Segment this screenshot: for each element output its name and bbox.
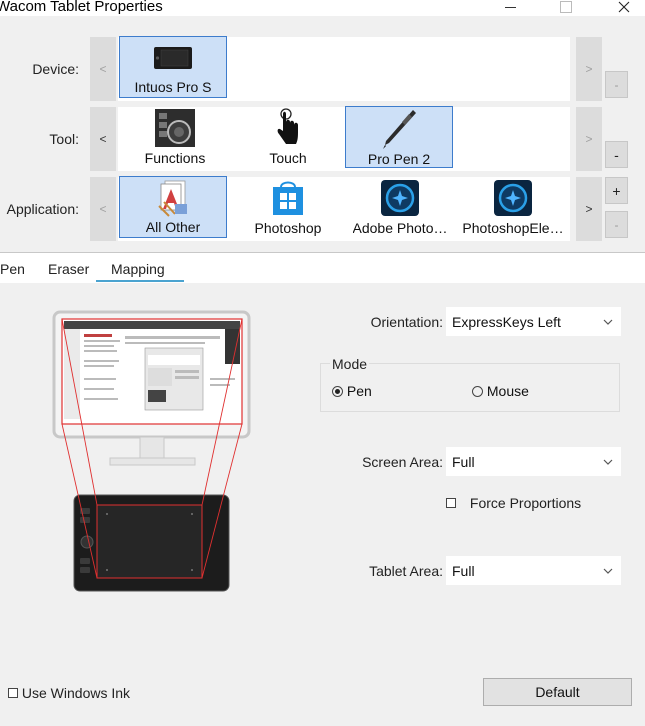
chevron-down-icon <box>603 319 613 325</box>
tab-mapping[interactable]: Mapping <box>111 261 165 277</box>
active-tab-indicator <box>96 280 184 282</box>
device-item-intuos-pro-s[interactable]: Intuos Pro S <box>119 36 227 98</box>
mode-mouse-radio[interactable]: Mouse <box>472 383 529 399</box>
minimize-button[interactable] <box>490 0 530 16</box>
tablet-area-value: Full <box>452 562 475 579</box>
application-item-label: Adobe Photo… <box>352 220 448 236</box>
mode-pen-label: Pen <box>346 383 372 399</box>
pen-icon <box>383 110 416 149</box>
checkbox-icon <box>8 688 18 698</box>
mapping-illustration <box>52 310 251 592</box>
tool-item-label: Touch <box>269 150 307 166</box>
all-other-apps-icon <box>158 180 187 217</box>
application-add-button[interactable]: + <box>605 177 628 204</box>
use-windows-ink-label: Use Windows Ink <box>21 685 131 701</box>
chevron-down-icon <box>603 568 613 574</box>
maximize-button[interactable] <box>546 0 586 16</box>
radio-unselected-icon <box>472 386 483 397</box>
mode-mouse-label: Mouse <box>486 383 529 399</box>
tool-item-label: Functions <box>144 150 206 166</box>
application-scroll-right-button[interactable]: > <box>576 177 602 241</box>
application-item-photoshopele[interactable]: PhotoshopEle… <box>459 176 567 238</box>
adobe-photoshop-elements-icon <box>494 180 532 216</box>
adobe-photoshop-elements-icon <box>381 180 419 216</box>
device-scroll-left-button[interactable]: < <box>90 37 116 101</box>
screen-area-label: Screen Area: <box>362 454 443 470</box>
tool-remove-button[interactable]: - <box>605 141 628 168</box>
tool-row-label: Tool: <box>49 131 79 147</box>
application-scroll-left-button[interactable]: < <box>90 177 116 241</box>
close-icon <box>618 1 630 13</box>
application-item-photoshop[interactable]: Photoshop <box>234 176 342 238</box>
use-windows-ink-checkbox[interactable]: Use Windows Ink <box>8 685 130 701</box>
functions-icon <box>155 109 195 147</box>
chevron-down-icon <box>603 459 613 465</box>
mode-group-label: Mode <box>330 356 370 372</box>
application-item-adobe-photo[interactable]: Adobe Photo… <box>346 176 454 238</box>
device-item-label: Intuos Pro S <box>134 79 212 95</box>
tool-item-pro-pen-2[interactable]: Pro Pen 2 <box>345 106 453 168</box>
orientation-dropdown[interactable]: ExpressKeys Left <box>446 307 621 336</box>
tablet-icon <box>154 47 192 69</box>
checkbox-icon <box>446 498 456 508</box>
tool-scroll-left-button[interactable]: < <box>90 107 116 171</box>
force-proportions-label: Force Proportions <box>469 495 582 511</box>
device-row-label: Device: <box>32 61 79 77</box>
orientation-label: Orientation: <box>370 314 443 330</box>
mode-pen-radio[interactable]: Pen <box>332 383 372 399</box>
application-remove-button[interactable]: - <box>605 211 628 238</box>
touch-hand-icon <box>277 108 298 144</box>
tablet-icon <box>73 494 230 592</box>
application-item-label: PhotoshopEle… <box>462 220 564 236</box>
tab-eraser[interactable]: Eraser <box>48 261 89 277</box>
application-row-label: Application: <box>6 201 79 217</box>
tool-item-label: Pro Pen 2 <box>367 151 431 165</box>
windows-store-icon <box>273 181 303 215</box>
monitor-icon <box>52 310 251 466</box>
title-bar: Wacom Tablet Properties <box>0 0 645 16</box>
application-item-label: All Other <box>145 219 201 235</box>
tab-bar: Pen Eraser Mapping <box>0 253 645 281</box>
close-button[interactable] <box>604 0 644 16</box>
application-item-all-other[interactable]: All Other <box>119 176 227 238</box>
device-remove-button[interactable]: - <box>605 71 628 98</box>
radio-selected-icon <box>332 386 343 397</box>
tool-item-touch[interactable]: Touch <box>234 106 342 168</box>
window-title: Wacom Tablet Properties <box>0 0 163 15</box>
force-proportions-checkbox[interactable]: Force Proportions <box>446 495 581 511</box>
tool-item-functions[interactable]: Functions <box>121 106 229 168</box>
application-item-label: Photoshop <box>254 220 322 236</box>
minimize-icon <box>504 6 516 8</box>
orientation-value: ExpressKeys Left <box>452 313 561 330</box>
screen-area-dropdown[interactable]: Full <box>446 447 621 476</box>
tab-pen[interactable]: Pen <box>0 261 25 277</box>
maximize-icon <box>560 1 572 13</box>
device-scroll-right-button[interactable]: > <box>576 37 602 101</box>
tablet-area-label: Tablet Area: <box>369 563 443 579</box>
tablet-area-dropdown[interactable]: Full <box>446 556 621 585</box>
default-button[interactable]: Default <box>483 678 632 706</box>
screen-area-value: Full <box>452 453 475 470</box>
tool-scroll-right-button[interactable]: > <box>576 107 602 171</box>
